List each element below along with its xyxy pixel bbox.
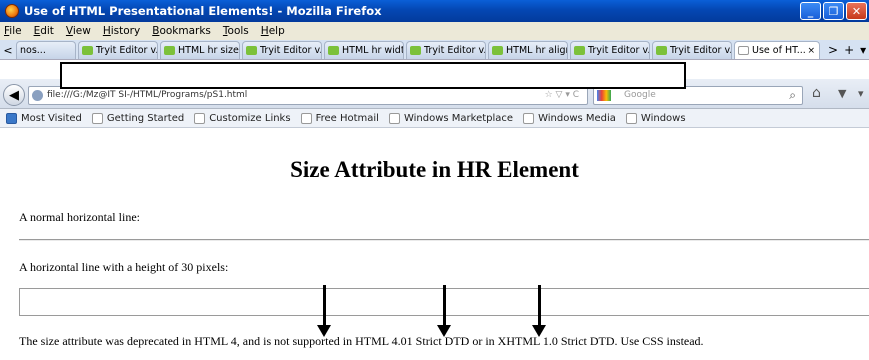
bookmark-getting-started[interactable]: Getting Started <box>91 112 185 124</box>
menu-bookmarks[interactable]: Bookmarks <box>152 25 211 37</box>
tab-hr-size[interactable]: HTML hr size... <box>160 41 240 59</box>
tab-tryit-1[interactable]: Tryit Editor v... <box>78 41 158 59</box>
bookmarks-toolbar: Most Visited Getting Started Customize L… <box>0 109 869 128</box>
bookmark-windows[interactable]: Windows <box>625 112 686 124</box>
deprecation-note: The size attribute was deprecated in HTM… <box>19 334 704 348</box>
thick-line-label: A horizontal line with a height of 30 pi… <box>19 260 229 274</box>
home-icon[interactable]: ⌂ <box>812 85 821 101</box>
tab-first[interactable]: nos... <box>16 41 76 59</box>
tab-label: HTML hr align... <box>506 45 567 56</box>
window-controls: _ ❐ ✕ <box>800 2 867 20</box>
bookmark-free-hotmail[interactable]: Free Hotmail <box>300 112 379 124</box>
tab-label: Tryit Editor v... <box>588 45 650 56</box>
page-content: Size Attribute in HR Element A normal ho… <box>0 129 869 360</box>
maximize-button[interactable]: ❐ <box>823 2 844 20</box>
tab-strip: < nos... Tryit Editor v... HTML hr size.… <box>0 40 869 60</box>
site-identity-icon <box>32 90 43 101</box>
tab-tryit-2[interactable]: Tryit Editor v... <box>242 41 322 59</box>
page-icon <box>300 112 312 124</box>
tab-label: Use of HT... <box>752 45 806 56</box>
url-text: file:///G:/Mz@IT SI-/HTML/Programs/pS1.h… <box>47 90 248 100</box>
new-tab-button[interactable]: + <box>844 41 854 59</box>
tab-favicon-icon <box>328 46 339 55</box>
menu-view[interactable]: View <box>66 25 91 37</box>
list-all-tabs-button[interactable]: ▾ <box>860 41 866 59</box>
redaction-box <box>60 62 686 89</box>
menu-edit[interactable]: Edit <box>34 25 54 37</box>
tab-label: HTML hr size... <box>178 45 239 56</box>
bookmark-customize-links[interactable]: Customize Links <box>194 112 291 124</box>
normal-line-label: A normal horizontal line: <box>19 210 140 224</box>
tab-favicon-icon <box>410 46 421 55</box>
most-visited-icon <box>6 112 17 124</box>
page-icon <box>91 112 103 124</box>
back-button[interactable]: ◀ <box>3 84 25 106</box>
tab-scroll-right-button[interactable]: > <box>828 41 838 59</box>
horizontal-rule-normal <box>19 239 869 241</box>
menu-help[interactable]: Help <box>261 25 285 37</box>
tab-hr-width[interactable]: HTML hr widt... <box>324 41 404 59</box>
page-icon <box>523 112 535 124</box>
annotation-arrow-3 <box>532 285 546 337</box>
tab-tryit-4[interactable]: Tryit Editor v... <box>570 41 650 59</box>
bookmark-label: Windows <box>640 112 686 124</box>
search-placeholder: Google <box>624 90 656 100</box>
tab-favicon-icon <box>246 46 257 55</box>
page-icon <box>738 46 749 55</box>
tab-label: Tryit Editor v... <box>260 45 322 56</box>
page-icon <box>194 112 206 124</box>
menu-history[interactable]: History <box>103 25 140 37</box>
menu-bar: File Edit View History Bookmarks Tools H… <box>0 22 869 40</box>
bookmark-windows-media[interactable]: Windows Media <box>523 112 616 124</box>
tab-favicon-icon <box>656 46 667 55</box>
page-icon <box>388 112 400 124</box>
minimize-button[interactable]: _ <box>800 2 821 20</box>
tab-favicon-icon <box>82 46 93 55</box>
bookmark-label: Free Hotmail <box>315 112 379 124</box>
tab-scroll-left-button[interactable]: < <box>0 41 16 59</box>
menu-tools[interactable]: Tools <box>223 25 249 37</box>
tab-label: Tryit Editor v... <box>424 45 486 56</box>
menu-file[interactable]: File <box>4 25 22 37</box>
url-bar-icons[interactable]: ☆ ▽ ▾ C <box>545 87 579 104</box>
tab-hr-align[interactable]: HTML hr align... <box>488 41 568 59</box>
tab-tryit-5[interactable]: Tryit Editor v... <box>652 41 732 59</box>
annotation-arrow-2 <box>437 285 451 337</box>
annotation-arrow-1 <box>317 285 331 337</box>
bookmark-windows-marketplace[interactable]: Windows Marketplace <box>388 112 514 124</box>
tab-tryit-3[interactable]: Tryit Editor v... <box>406 41 486 59</box>
tab-favicon-icon <box>492 46 503 55</box>
tab-label: Tryit Editor v... <box>96 45 158 56</box>
tab-label: nos... <box>20 45 46 56</box>
menu-dropdown-icon[interactable]: ▾ <box>858 87 864 100</box>
bookmark-label: Windows Media <box>538 112 616 124</box>
page-icon <box>625 112 637 124</box>
back-arrow-icon: ◀ <box>9 87 19 103</box>
bookmark-label: Windows Marketplace <box>403 112 514 124</box>
bookmarks-menu-icon[interactable]: ▼ <box>838 87 846 100</box>
bookmark-most-visited[interactable]: Most Visited <box>6 112 82 124</box>
close-button[interactable]: ✕ <box>846 2 867 20</box>
tab-favicon-icon <box>164 46 175 55</box>
search-icon[interactable]: ⌕ <box>789 87 796 104</box>
close-tab-icon[interactable]: × <box>807 46 815 56</box>
tab-active[interactable]: Use of HT... × <box>734 41 820 59</box>
firefox-logo-icon <box>5 4 19 18</box>
window-titlebar: Use of HTML Presentational Elements! - M… <box>0 0 869 22</box>
bookmark-label: Getting Started <box>106 112 185 124</box>
tab-label: Tryit Editor v... <box>670 45 732 56</box>
google-logo-icon[interactable] <box>597 90 611 101</box>
bookmark-label: Most Visited <box>21 112 82 124</box>
tab-favicon-icon <box>574 46 585 55</box>
bookmark-label: Customize Links <box>209 112 291 124</box>
window-title: Use of HTML Presentational Elements! - M… <box>24 4 382 18</box>
tab-label: HTML hr widt... <box>342 45 403 56</box>
page-heading: Size Attribute in HR Element <box>290 157 579 182</box>
